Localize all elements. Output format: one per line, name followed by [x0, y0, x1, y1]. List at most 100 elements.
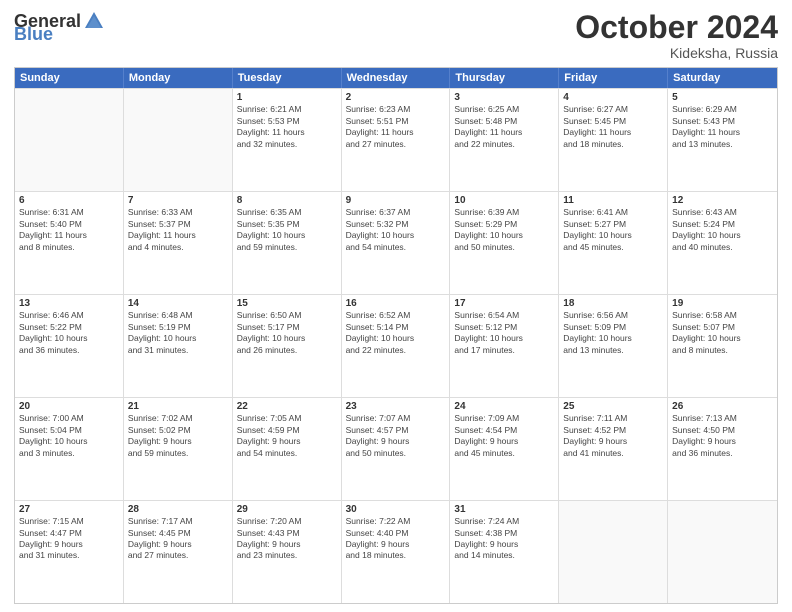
day-number: 25 [563, 401, 663, 412]
weekday-header-tuesday: Tuesday [233, 68, 342, 88]
weekday-header-monday: Monday [124, 68, 233, 88]
day-number: 7 [128, 195, 228, 206]
day-info: Sunrise: 7:22 AM Sunset: 4:40 PM Dayligh… [346, 516, 446, 562]
day-info: Sunrise: 6:25 AM Sunset: 5:48 PM Dayligh… [454, 104, 554, 150]
weekday-header-sunday: Sunday [15, 68, 124, 88]
day-info: Sunrise: 6:43 AM Sunset: 5:24 PM Dayligh… [672, 207, 773, 253]
day-info: Sunrise: 7:15 AM Sunset: 4:47 PM Dayligh… [19, 516, 119, 562]
calendar-body: 1Sunrise: 6:21 AM Sunset: 5:53 PM Daylig… [15, 88, 777, 603]
day-info: Sunrise: 7:20 AM Sunset: 4:43 PM Dayligh… [237, 516, 337, 562]
day-cell-15: 15Sunrise: 6:50 AM Sunset: 5:17 PM Dayli… [233, 295, 342, 397]
day-cell-18: 18Sunrise: 6:56 AM Sunset: 5:09 PM Dayli… [559, 295, 668, 397]
empty-cell-4-6 [668, 501, 777, 603]
day-number: 9 [346, 195, 446, 206]
day-info: Sunrise: 6:52 AM Sunset: 5:14 PM Dayligh… [346, 310, 446, 356]
day-info: Sunrise: 6:21 AM Sunset: 5:53 PM Dayligh… [237, 104, 337, 150]
day-cell-14: 14Sunrise: 6:48 AM Sunset: 5:19 PM Dayli… [124, 295, 233, 397]
weekday-header-thursday: Thursday [450, 68, 559, 88]
month-title: October 2024 [575, 10, 778, 45]
calendar-row-4: 20Sunrise: 7:00 AM Sunset: 5:04 PM Dayli… [15, 397, 777, 500]
day-cell-13: 13Sunrise: 6:46 AM Sunset: 5:22 PM Dayli… [15, 295, 124, 397]
day-number: 27 [19, 504, 119, 515]
day-info: Sunrise: 7:02 AM Sunset: 5:02 PM Dayligh… [128, 413, 228, 459]
day-info: Sunrise: 7:05 AM Sunset: 4:59 PM Dayligh… [237, 413, 337, 459]
day-number: 4 [563, 92, 663, 103]
day-number: 30 [346, 504, 446, 515]
day-cell-28: 28Sunrise: 7:17 AM Sunset: 4:45 PM Dayli… [124, 501, 233, 603]
day-info: Sunrise: 6:35 AM Sunset: 5:35 PM Dayligh… [237, 207, 337, 253]
day-cell-1: 1Sunrise: 6:21 AM Sunset: 5:53 PM Daylig… [233, 89, 342, 191]
day-number: 18 [563, 298, 663, 309]
location-subtitle: Kideksha, Russia [575, 45, 778, 61]
day-number: 12 [672, 195, 773, 206]
day-info: Sunrise: 6:41 AM Sunset: 5:27 PM Dayligh… [563, 207, 663, 253]
day-number: 22 [237, 401, 337, 412]
day-cell-30: 30Sunrise: 7:22 AM Sunset: 4:40 PM Dayli… [342, 501, 451, 603]
calendar-header: SundayMondayTuesdayWednesdayThursdayFrid… [15, 68, 777, 88]
day-number: 24 [454, 401, 554, 412]
day-info: Sunrise: 6:29 AM Sunset: 5:43 PM Dayligh… [672, 104, 773, 150]
day-info: Sunrise: 6:46 AM Sunset: 5:22 PM Dayligh… [19, 310, 119, 356]
calendar-row-5: 27Sunrise: 7:15 AM Sunset: 4:47 PM Dayli… [15, 500, 777, 603]
day-info: Sunrise: 7:07 AM Sunset: 4:57 PM Dayligh… [346, 413, 446, 459]
day-number: 16 [346, 298, 446, 309]
day-cell-31: 31Sunrise: 7:24 AM Sunset: 4:38 PM Dayli… [450, 501, 559, 603]
empty-cell-0-0 [15, 89, 124, 191]
day-number: 5 [672, 92, 773, 103]
day-number: 3 [454, 92, 554, 103]
title-area: October 2024 Kideksha, Russia [575, 10, 778, 61]
day-cell-3: 3Sunrise: 6:25 AM Sunset: 5:48 PM Daylig… [450, 89, 559, 191]
calendar: SundayMondayTuesdayWednesdayThursdayFrid… [14, 67, 778, 604]
day-info: Sunrise: 6:31 AM Sunset: 5:40 PM Dayligh… [19, 207, 119, 253]
day-cell-6: 6Sunrise: 6:31 AM Sunset: 5:40 PM Daylig… [15, 192, 124, 294]
day-info: Sunrise: 7:11 AM Sunset: 4:52 PM Dayligh… [563, 413, 663, 459]
day-number: 31 [454, 504, 554, 515]
logo-area: General Blue [14, 10, 105, 45]
day-number: 15 [237, 298, 337, 309]
day-cell-16: 16Sunrise: 6:52 AM Sunset: 5:14 PM Dayli… [342, 295, 451, 397]
day-info: Sunrise: 7:24 AM Sunset: 4:38 PM Dayligh… [454, 516, 554, 562]
day-info: Sunrise: 6:58 AM Sunset: 5:07 PM Dayligh… [672, 310, 773, 356]
day-cell-17: 17Sunrise: 6:54 AM Sunset: 5:12 PM Dayli… [450, 295, 559, 397]
day-info: Sunrise: 6:23 AM Sunset: 5:51 PM Dayligh… [346, 104, 446, 150]
day-cell-25: 25Sunrise: 7:11 AM Sunset: 4:52 PM Dayli… [559, 398, 668, 500]
day-info: Sunrise: 6:33 AM Sunset: 5:37 PM Dayligh… [128, 207, 228, 253]
day-info: Sunrise: 7:13 AM Sunset: 4:50 PM Dayligh… [672, 413, 773, 459]
day-info: Sunrise: 7:00 AM Sunset: 5:04 PM Dayligh… [19, 413, 119, 459]
day-info: Sunrise: 7:09 AM Sunset: 4:54 PM Dayligh… [454, 413, 554, 459]
logo-icon [83, 10, 105, 32]
day-info: Sunrise: 6:54 AM Sunset: 5:12 PM Dayligh… [454, 310, 554, 356]
day-cell-12: 12Sunrise: 6:43 AM Sunset: 5:24 PM Dayli… [668, 192, 777, 294]
day-info: Sunrise: 7:17 AM Sunset: 4:45 PM Dayligh… [128, 516, 228, 562]
empty-cell-0-1 [124, 89, 233, 191]
day-cell-11: 11Sunrise: 6:41 AM Sunset: 5:27 PM Dayli… [559, 192, 668, 294]
logo-blue: Blue [14, 24, 53, 45]
day-number: 29 [237, 504, 337, 515]
day-number: 26 [672, 401, 773, 412]
day-info: Sunrise: 6:50 AM Sunset: 5:17 PM Dayligh… [237, 310, 337, 356]
day-cell-19: 19Sunrise: 6:58 AM Sunset: 5:07 PM Dayli… [668, 295, 777, 397]
day-number: 19 [672, 298, 773, 309]
calendar-row-1: 1Sunrise: 6:21 AM Sunset: 5:53 PM Daylig… [15, 88, 777, 191]
day-cell-9: 9Sunrise: 6:37 AM Sunset: 5:32 PM Daylig… [342, 192, 451, 294]
day-cell-20: 20Sunrise: 7:00 AM Sunset: 5:04 PM Dayli… [15, 398, 124, 500]
day-number: 20 [19, 401, 119, 412]
day-cell-2: 2Sunrise: 6:23 AM Sunset: 5:51 PM Daylig… [342, 89, 451, 191]
weekday-header-saturday: Saturday [668, 68, 777, 88]
calendar-row-3: 13Sunrise: 6:46 AM Sunset: 5:22 PM Dayli… [15, 294, 777, 397]
day-info: Sunrise: 6:27 AM Sunset: 5:45 PM Dayligh… [563, 104, 663, 150]
day-cell-5: 5Sunrise: 6:29 AM Sunset: 5:43 PM Daylig… [668, 89, 777, 191]
weekday-header-wednesday: Wednesday [342, 68, 451, 88]
day-cell-4: 4Sunrise: 6:27 AM Sunset: 5:45 PM Daylig… [559, 89, 668, 191]
day-cell-22: 22Sunrise: 7:05 AM Sunset: 4:59 PM Dayli… [233, 398, 342, 500]
day-cell-21: 21Sunrise: 7:02 AM Sunset: 5:02 PM Dayli… [124, 398, 233, 500]
day-cell-7: 7Sunrise: 6:33 AM Sunset: 5:37 PM Daylig… [124, 192, 233, 294]
day-number: 23 [346, 401, 446, 412]
day-cell-8: 8Sunrise: 6:35 AM Sunset: 5:35 PM Daylig… [233, 192, 342, 294]
day-number: 14 [128, 298, 228, 309]
calendar-row-2: 6Sunrise: 6:31 AM Sunset: 5:40 PM Daylig… [15, 191, 777, 294]
day-number: 6 [19, 195, 119, 206]
day-info: Sunrise: 6:56 AM Sunset: 5:09 PM Dayligh… [563, 310, 663, 356]
weekday-header-friday: Friday [559, 68, 668, 88]
day-cell-29: 29Sunrise: 7:20 AM Sunset: 4:43 PM Dayli… [233, 501, 342, 603]
